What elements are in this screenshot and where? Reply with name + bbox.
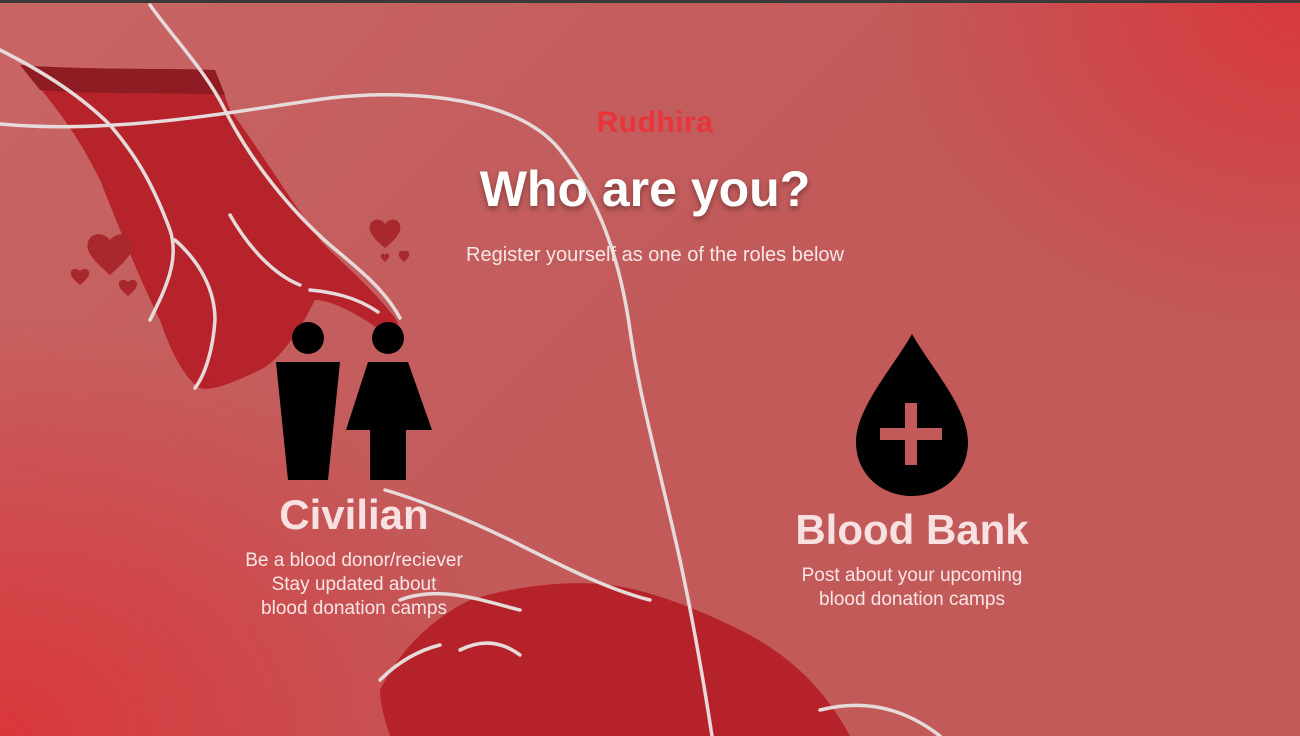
role-title-blood-bank: Blood Bank	[795, 506, 1029, 553]
role-description-blood-bank: Post about your upcoming blood donation …	[752, 564, 1072, 612]
blood-drop-plus-icon	[856, 334, 968, 496]
role-description-line: Be a blood donor/reciever	[245, 550, 463, 571]
role-selection-page: Rudhira Who are you? Register yourself a…	[0, 0, 1300, 736]
role-description-line: blood donation camps	[261, 598, 447, 619]
role-option-civilian[interactable]: Civilian Be a blood donor/reciever Stay …	[194, 318, 514, 621]
role-title-civilian: Civilian	[279, 491, 429, 538]
people-icon	[276, 322, 432, 480]
role-option-blood-bank[interactable]: Blood Bank Post about your upcoming bloo…	[752, 330, 1072, 612]
page-title: Who are you?	[479, 161, 811, 217]
page-subtitle: Register yourself as one of the roles be…	[466, 244, 844, 266]
role-description-line: Stay updated about	[271, 574, 437, 595]
heart-icon	[118, 279, 138, 296]
brand-logo-text: Rudhira	[596, 106, 714, 139]
role-description-civilian: Be a blood donor/reciever Stay updated a…	[194, 549, 514, 621]
heart-icon	[70, 268, 90, 285]
role-description-line: Post about your upcoming	[801, 565, 1023, 586]
role-description-line: blood donation camps	[819, 589, 1005, 610]
